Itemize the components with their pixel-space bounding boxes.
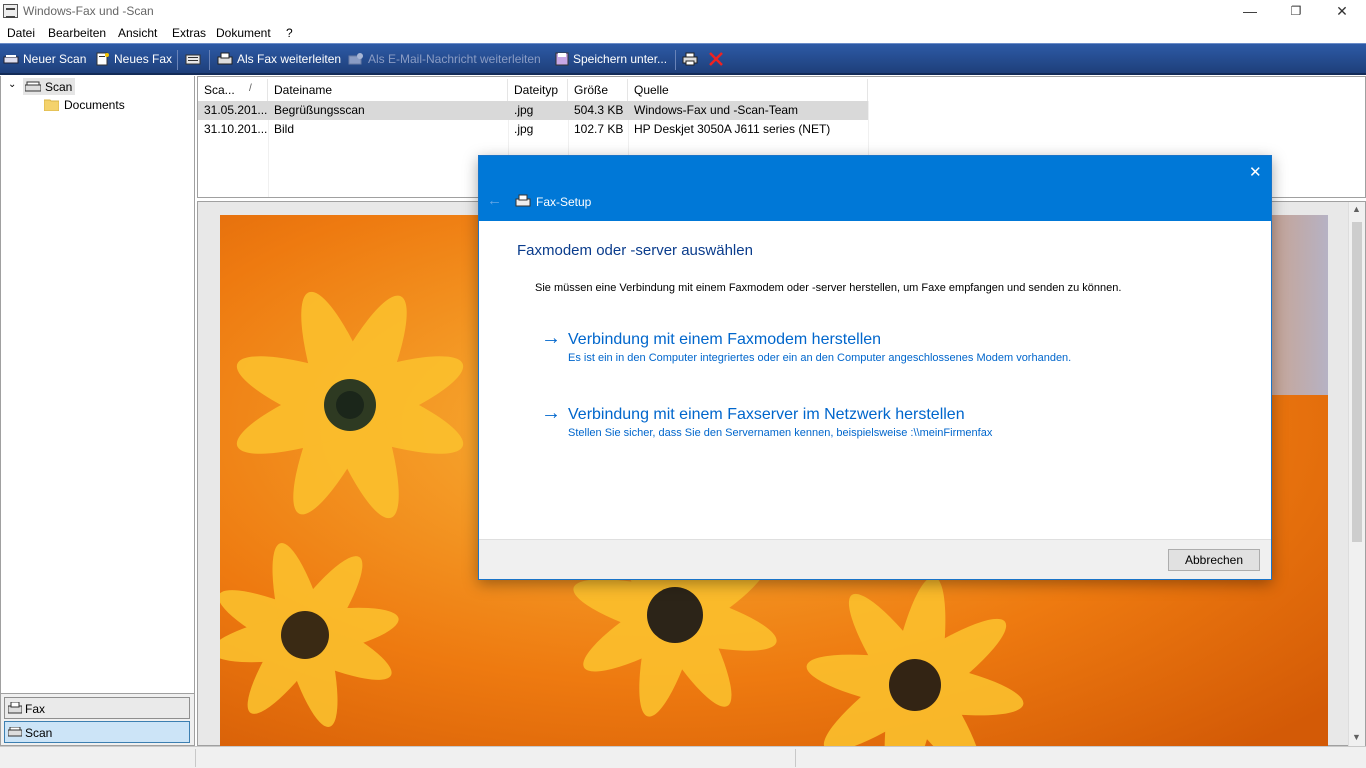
fax-machine-icon	[217, 52, 233, 65]
cell-filename: Bild	[274, 122, 295, 136]
scroll-up-arrow-icon[interactable]: ▲	[1352, 204, 1361, 214]
folder-icon	[44, 99, 59, 111]
nav-fax-label: Fax	[25, 702, 46, 716]
nav-scan-label: Scan	[25, 726, 53, 740]
fax-list-icon[interactable]	[185, 52, 201, 66]
scrollbar-thumb[interactable]	[1352, 222, 1362, 542]
table-row[interactable]: 31.05.201... Begrüßungsscan .jpg 504.3 K…	[198, 101, 868, 120]
toolbar-separator	[209, 50, 210, 70]
new-fax-icon	[96, 52, 109, 66]
cell-date: 31.10.201...	[204, 122, 268, 136]
menu-extras[interactable]: Extras	[172, 26, 206, 40]
delete-icon[interactable]	[708, 52, 724, 66]
minimize-button[interactable]: —	[1227, 0, 1273, 23]
toolbar-separator	[675, 50, 676, 70]
option-faxserver[interactable]: → Verbindung mit einem Faxserver im Netz…	[539, 402, 1139, 443]
cell-date: 31.05.201...	[204, 103, 268, 117]
back-arrow-icon[interactable]: ←	[487, 192, 502, 209]
column-header-scan-date[interactable]: Sca... /	[198, 79, 268, 101]
cell-size: 504.3 KB	[574, 103, 624, 117]
tree-item-scan[interactable]: Scan	[23, 78, 75, 95]
dialog-heading: Faxmodem oder -server auswählen	[517, 242, 753, 259]
tree-item-label: Documents	[64, 98, 125, 112]
scanner-icon	[8, 727, 22, 737]
menu-bearbeiten[interactable]: Bearbeiten	[48, 26, 106, 40]
menu-bar: Datei Bearbeiten Ansicht Extras Dokument…	[0, 23, 1366, 43]
option-faxserver-desc: Stellen Sie sicher, dass Sie den Servern…	[568, 427, 993, 439]
forward-as-email-button[interactable]: Als E-Mail-Nachricht weiterleiten	[368, 52, 541, 66]
tree-item-label: Scan	[45, 80, 73, 94]
option-faxmodem-title: Verbindung mit einem Faxmodem herstellen	[568, 331, 882, 348]
print-icon[interactable]	[682, 52, 698, 66]
nav-scan-button[interactable]: Scan	[4, 721, 190, 743]
menu-help[interactable]: ?	[286, 26, 293, 40]
option-faxmodem[interactable]: → Verbindung mit einem Faxmodem herstell…	[539, 327, 1139, 368]
cell-source: HP Deskjet 3050A J611 series (NET)	[634, 122, 831, 136]
collapse-chevron-icon[interactable]: ⌄	[8, 79, 16, 90]
close-button[interactable]: ✕	[1319, 0, 1365, 23]
save-icon	[555, 52, 569, 66]
scanner-icon	[25, 81, 41, 92]
scanner-icon	[3, 55, 19, 64]
column-header-filetype[interactable]: Dateityp	[508, 79, 568, 101]
toolbar-separator	[177, 50, 178, 70]
folder-tree-pane: ⌄ Scan Documents	[0, 76, 195, 693]
dialog-header: ← Fax-Setup ✕	[479, 156, 1271, 221]
dialog-intro-text: Sie müssen eine Verbindung mit einem Fax…	[535, 282, 1122, 294]
column-header-size[interactable]: Größe	[568, 79, 628, 101]
menu-dokument[interactable]: Dokument	[216, 26, 271, 40]
cell-filename: Begrüßungsscan	[274, 103, 365, 117]
title-bar: Windows-Fax und -Scan — ❐ ✕	[0, 0, 1366, 23]
maximize-button[interactable]: ❐	[1273, 0, 1319, 23]
right-arrow-icon: →	[541, 402, 561, 424]
forward-as-fax-button[interactable]: Als Fax weiterleiten	[237, 52, 341, 66]
column-header-source[interactable]: Quelle	[628, 79, 868, 101]
dialog-title: Fax-Setup	[536, 195, 592, 209]
preview-scrollbar[interactable]: ▲ ▼	[1348, 202, 1365, 747]
cell-source: Windows-Fax und -Scan-Team	[634, 103, 799, 117]
new-scan-button[interactable]: Neuer Scan	[23, 52, 86, 66]
save-as-button[interactable]: Speichern unter...	[573, 52, 667, 66]
menu-datei[interactable]: Datei	[7, 26, 35, 40]
option-faxmodem-desc: Es ist ein in den Computer integriertes …	[568, 352, 1072, 364]
nav-pane: Fax Scan	[0, 693, 195, 746]
fax-scan-app-icon	[3, 4, 18, 18]
fax-machine-icon	[515, 194, 531, 207]
option-faxserver-title: Verbindung mit einem Faxserver im Netzwe…	[568, 406, 965, 423]
cell-size: 102.7 KB	[574, 122, 624, 136]
dialog-close-icon[interactable]: ✕	[1249, 163, 1262, 181]
dialog-footer: Abbrechen	[479, 539, 1271, 579]
email-forward-icon	[348, 53, 363, 65]
tree-item-documents[interactable]: Documents	[43, 96, 143, 113]
scroll-down-arrow-icon[interactable]: ▼	[1352, 732, 1361, 742]
cell-filetype: .jpg	[514, 103, 534, 117]
new-fax-button[interactable]: Neues Fax	[114, 52, 172, 66]
column-header-filename[interactable]: Dateiname	[268, 79, 508, 101]
nav-fax-button[interactable]: Fax	[4, 697, 190, 719]
window-title: Windows-Fax und -Scan	[23, 4, 154, 18]
status-bar	[0, 746, 1366, 768]
fax-setup-dialog: ← Fax-Setup ✕ Faxmodem oder -server ausw…	[478, 155, 1272, 580]
fax-icon	[8, 702, 22, 714]
table-row[interactable]: 31.10.201... Bild .jpg 102.7 KB HP Deskj…	[198, 120, 868, 139]
menu-ansicht[interactable]: Ansicht	[118, 26, 157, 40]
right-arrow-icon: →	[541, 327, 561, 349]
cancel-button[interactable]: Abbrechen	[1168, 549, 1260, 571]
cell-filetype: .jpg	[514, 122, 534, 136]
toolbar: Neuer Scan Neues Fax Als Fax weiterleite…	[0, 43, 1366, 75]
